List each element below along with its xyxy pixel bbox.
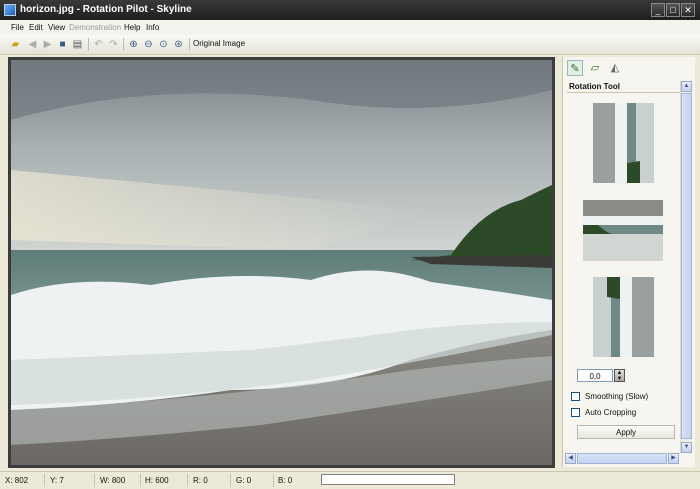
toolbar-separator [88, 38, 89, 51]
menu-file[interactable]: File [11, 23, 24, 32]
title-bar: horizon.jpg - Rotation Pilot - Skyline _… [0, 0, 700, 20]
auto-cropping-label: Auto Cropping [585, 408, 637, 417]
menu-demonstration[interactable]: Demonstration [69, 23, 121, 32]
angle-spinner[interactable]: ▲ ▼ [614, 369, 625, 382]
toolbar-separator [123, 38, 124, 51]
vertical-scroll-thumb[interactable] [681, 93, 692, 439]
toolbar: ▰ ◀ ▶ ■ ▤ ↶ ↷ ⊕ ⊖ ⊙ ⊛ Original Image [0, 35, 700, 55]
menu-edit[interactable]: Edit [29, 23, 43, 32]
status-green: G: 0 [236, 476, 252, 485]
zoom-out-icon[interactable]: ⊖ [142, 38, 155, 51]
scroll-down-icon[interactable]: ▼ [681, 442, 692, 453]
open-folder-icon[interactable]: ▰ [9, 38, 22, 51]
rotate-left-thumbnail[interactable] [593, 103, 654, 183]
scroll-right-icon[interactable]: ▶ [668, 453, 679, 464]
rotation-tool-tab-icon[interactable]: ✎ [567, 60, 583, 76]
maximize-button[interactable]: □ [666, 3, 680, 17]
status-width: W: 800 [100, 476, 126, 485]
status-separator [94, 474, 95, 487]
status-height: H: 600 [145, 476, 169, 485]
window-title: horizon.jpg - Rotation Pilot - Skyline [20, 4, 192, 15]
close-button[interactable]: ✕ [681, 3, 695, 17]
rotate-180-thumbnail[interactable] [583, 200, 663, 261]
print-icon[interactable]: ▤ [71, 38, 84, 51]
side-panel: ✎ ▱ ◭ Rotation Tool 0,0 ▲ ▼ Smoothing (Sl… [562, 57, 695, 467]
undo-icon[interactable]: ↶ [92, 38, 105, 51]
photo-canvas[interactable] [11, 60, 552, 465]
zoom-actual-icon[interactable]: ⊛ [172, 38, 185, 51]
scroll-up-icon[interactable]: ▲ [681, 81, 692, 92]
scroll-left-icon[interactable]: ◀ [565, 453, 576, 464]
zoom-in-icon[interactable]: ⊕ [127, 38, 140, 51]
panel-title: Rotation Tool [569, 82, 620, 91]
panel-horizontal-scrollbar[interactable]: ◀ ▶ [565, 453, 679, 464]
smoothing-label: Smoothing (Slow) [585, 392, 649, 401]
image-viewport[interactable] [8, 57, 555, 468]
rotate-right-thumbnail[interactable] [593, 277, 654, 357]
progress-bar [321, 474, 455, 485]
status-separator [187, 474, 188, 487]
zoom-fit-icon[interactable]: ⊙ [157, 38, 170, 51]
status-x: X: 802 [5, 476, 29, 485]
forward-arrow-icon[interactable]: ▶ [41, 38, 54, 51]
mirror-tool-tab-icon[interactable]: ◭ [607, 60, 623, 76]
app-icon[interactable] [4, 4, 16, 16]
save-icon[interactable]: ■ [56, 38, 69, 51]
status-separator [273, 474, 274, 487]
panel-divider [567, 92, 681, 93]
panel-vertical-scrollbar[interactable]: ▲ ▼ [680, 81, 692, 453]
menu-help[interactable]: Help [124, 23, 140, 32]
apply-button[interactable]: Apply [577, 425, 675, 439]
status-separator [44, 474, 45, 487]
status-separator [140, 474, 141, 487]
horizontal-scroll-thumb[interactable] [577, 453, 667, 464]
status-red: R: 0 [193, 476, 208, 485]
toolbar-separator [189, 38, 190, 51]
minimize-button[interactable]: _ [651, 3, 665, 17]
rotation-angle-input[interactable]: 0,0 [577, 369, 613, 382]
back-arrow-icon[interactable]: ◀ [26, 38, 39, 51]
status-separator [230, 474, 231, 487]
status-bar: X: 802 Y: 7 W: 800 H: 600 R: 0 G: 0 B: 0 [0, 471, 700, 489]
smoothing-checkbox[interactable] [571, 392, 580, 401]
status-y: Y: 7 [50, 476, 64, 485]
status-blue: B: 0 [278, 476, 293, 485]
original-image-button[interactable]: Original Image [193, 39, 245, 48]
menu-view[interactable]: View [48, 23, 65, 32]
menu-info[interactable]: Info [146, 23, 159, 32]
redo-icon[interactable]: ↷ [107, 38, 120, 51]
crop-tool-tab-icon[interactable]: ▱ [587, 60, 603, 76]
menu-bar: File Edit View Demonstration Help Info [0, 20, 700, 36]
auto-cropping-checkbox[interactable] [571, 408, 580, 417]
